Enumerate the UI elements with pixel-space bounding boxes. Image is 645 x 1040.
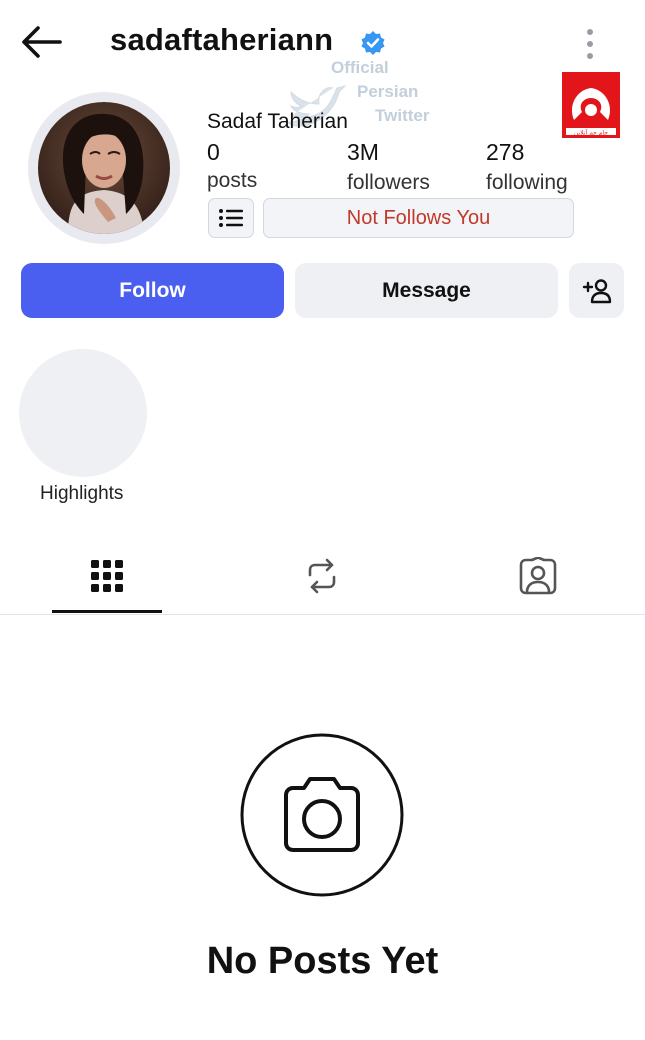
more-vertical-icon [587,29,593,59]
followers-count: 3M [347,139,379,165]
tab-reposts[interactable] [292,548,352,604]
highlight-circle[interactable] [19,349,147,477]
watermark-line-1: Official [331,58,389,77]
watermark-line-2: Persian [357,82,419,101]
add-user-icon [582,278,611,303]
verified-badge-icon [360,30,386,56]
back-button[interactable] [18,24,64,60]
channel-logo-text: جام جم آنلاین [574,128,608,137]
following-stat[interactable]: 278 following [486,139,596,195]
arrow-left-icon [22,26,62,58]
follow-status-badge: Not Follows You [263,198,574,238]
repost-icon [308,558,336,594]
follow-button[interactable]: Follow [21,263,284,318]
tab-grid[interactable] [77,548,137,604]
message-button[interactable]: Message [295,263,558,318]
tab-divider [0,614,645,615]
profile-avatar[interactable] [38,102,170,234]
empty-state-title: No Posts Yet [206,940,439,982]
suggested-users-button[interactable] [569,263,624,318]
posts-label: posts [207,169,258,192]
profile-username: sadaftaheriann [110,22,334,57]
watermark-line-3: Twitter [375,106,430,125]
camera-icon [240,733,404,897]
active-tab-indicator [52,610,162,613]
more-options-button[interactable] [578,26,602,62]
display-name: Sadaf Taherian [207,110,348,133]
channel-logo: جام جم آنلاین [562,72,620,138]
grid-icon [91,560,123,592]
posts-count: 0 [207,139,220,165]
followers-label: followers [347,171,430,194]
following-label: following [486,171,568,194]
tagged-user-icon [519,557,557,595]
followers-stat[interactable]: 3M followers [347,139,457,195]
list-button[interactable] [208,198,254,238]
tab-tagged[interactable] [508,548,568,604]
following-count: 278 [486,139,525,165]
list-icon [219,209,243,227]
highlights-label: Highlights [40,483,124,504]
